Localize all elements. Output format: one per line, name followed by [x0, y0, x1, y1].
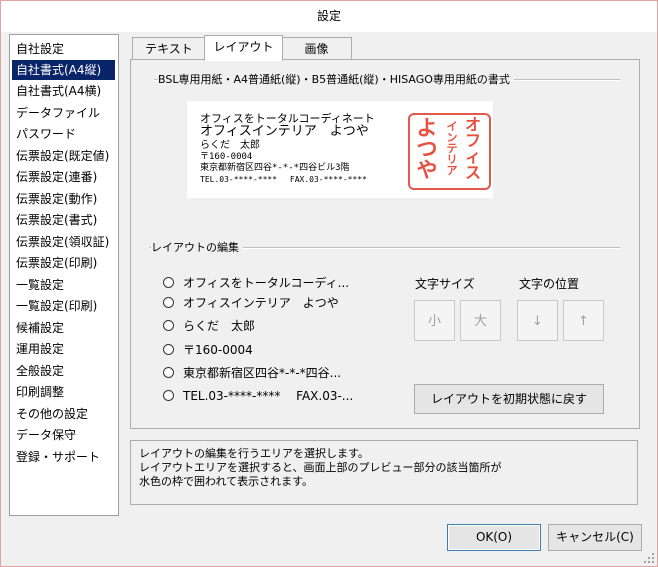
sidebar-item-slip-receipt[interactable]: 伝票設定(領収証) — [12, 232, 115, 252]
sidebar-item-slip-format[interactable]: 伝票設定(書式) — [12, 210, 115, 230]
sidebar-item-slip-behavior[interactable]: 伝票設定(動作) — [12, 189, 115, 209]
radio-button[interactable] — [163, 297, 174, 308]
resize-grip-icon[interactable] — [643, 552, 655, 564]
move-up-button[interactable]: ↑ — [563, 300, 604, 341]
help-text-line: 水色の枠で囲われて表示されます。 — [139, 475, 314, 488]
move-down-button[interactable]: ↓ — [517, 300, 558, 341]
text-position-label: 文字の位置 — [519, 275, 584, 292]
help-text-line: レイアウトエリアを選択すると、画面上部のプレビュー部分の該当箇所が — [139, 461, 502, 474]
radio-button[interactable] — [163, 277, 174, 288]
sidebar-item-list-print[interactable]: 一覧設定(印刷) — [12, 296, 115, 316]
font-size-small-button[interactable]: 小 — [414, 300, 455, 341]
sidebar-item-list-settings[interactable]: 一覧設定 — [12, 275, 115, 295]
sidebar-item-slip-print[interactable]: 伝票設定(印刷) — [12, 253, 115, 273]
font-size-large-button[interactable]: 大 — [460, 300, 501, 341]
preview-line-name: らくだ 太郎 — [200, 140, 260, 151]
reset-layout-button[interactable]: レイアウトを初期状態に戻す — [414, 384, 604, 414]
help-text-line: レイアウトの編集を行うエリアを選択します。 — [139, 447, 369, 460]
sidebar-item-data-maintenance[interactable]: データ保守 — [12, 425, 115, 445]
window-title: 設定 — [316, 9, 341, 23]
sidebar-item-other-settings[interactable]: その他の設定 — [12, 404, 115, 424]
sidebar-item-slip-numbering[interactable]: 伝票設定(連番) — [12, 167, 115, 187]
sidebar-item-general[interactable]: 全般設定 — [12, 361, 115, 381]
radio-button[interactable] — [163, 344, 174, 355]
sidebar-item-registration-support[interactable]: 登録・サポート — [12, 447, 115, 467]
settings-category-list[interactable]: 自社設定 自社書式(A4縦) 自社書式(A4横) データファイル パスワード 伝… — [9, 34, 119, 516]
sidebar-item-print-adjust[interactable]: 印刷調整 — [12, 382, 115, 402]
stamp-column-yotsuya: よつや — [416, 115, 438, 182]
tab-text[interactable]: テキスト — [132, 37, 206, 60]
sidebar-item-data-file[interactable]: データファイル — [12, 103, 115, 123]
stamp-column-interior: インテリア — [446, 120, 458, 177]
radio-button[interactable] — [163, 390, 174, 401]
stamp-column-office: オフィス — [464, 115, 481, 182]
help-text-box: レイアウトの編集を行うエリアを選択します。 レイアウトエリアを選択すると、画面上… — [130, 440, 638, 505]
radio-button[interactable] — [163, 367, 174, 378]
font-size-label: 文字サイズ — [415, 275, 479, 292]
ok-button[interactable]: OK(O) — [447, 524, 541, 551]
sidebar-item-password[interactable]: パスワード — [12, 124, 115, 144]
cancel-button[interactable]: キャンセル(C) — [548, 524, 642, 551]
preview-line-company: オフィスインテリア よつや — [200, 124, 369, 139]
paper-section-title: BSL専用用紙・A4普通紙(縦)・B5普通紙(縦)・HISAGO専用用紙の書式 — [158, 71, 514, 87]
tab-layout[interactable]: レイアウト — [204, 35, 283, 61]
title-bar[interactable]: 設定 — [1, 1, 657, 32]
settings-dialog: 設定 自社設定 自社書式(A4縦) 自社書式(A4横) データファイル パスワー… — [0, 0, 658, 567]
sidebar-item-company-format-a4-landscape[interactable]: 自社書式(A4横) — [12, 81, 115, 101]
sidebar-item-company-format-a4-portrait[interactable]: 自社書式(A4縦) — [12, 60, 115, 80]
tab-image[interactable]: 画像 — [281, 37, 352, 60]
sidebar-item-slip-defaults[interactable]: 伝票設定(既定値) — [12, 146, 115, 166]
preview-line-postal: 〒160-0004 — [200, 152, 253, 162]
company-seal-stamp: オフィス インテリア よつや — [408, 113, 491, 190]
sidebar-item-candidates[interactable]: 候補設定 — [12, 318, 115, 338]
sidebar-item-operation[interactable]: 運用設定 — [12, 339, 115, 359]
sidebar-item-company-settings[interactable]: 自社設定 — [12, 39, 115, 59]
layout-section-title: レイアウトの編集 — [151, 239, 243, 255]
radio-button[interactable] — [163, 320, 174, 331]
preview-line-phone: TEL.03-****-**** FAX.03-****-**** — [200, 175, 367, 184]
preview-line-address: 東京都新宿区四谷*-*-*四谷ビル3階 — [200, 163, 350, 173]
preview-line-tagline: オフィスをトータルコーディネート — [200, 112, 375, 125]
